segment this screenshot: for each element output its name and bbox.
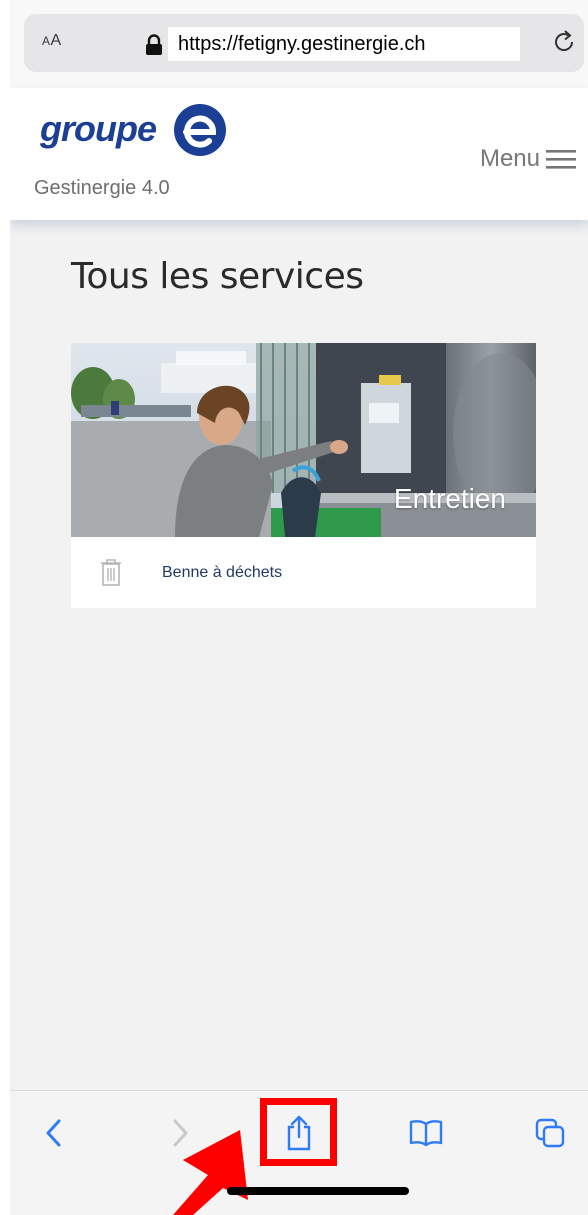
page-title: Tous les services [71, 256, 364, 297]
url-field[interactable]: https://fetigny.gestinergie.ch [168, 27, 520, 61]
back-icon [46, 1119, 61, 1147]
share-highlight-box [260, 1098, 337, 1166]
tabs-icon [535, 1118, 565, 1148]
menu-button[interactable]: Menu [480, 144, 576, 174]
back-button[interactable] [34, 1113, 74, 1153]
service-card[interactable]: Entretien Benne à déchets [71, 343, 536, 608]
service-item[interactable]: Benne à déchets [71, 537, 536, 608]
service-card-image: Entretien [71, 343, 536, 537]
hamburger-icon [546, 150, 576, 169]
service-category-label: Entretien [393, 483, 506, 514]
reload-icon[interactable] [552, 28, 578, 56]
tabs-button[interactable] [530, 1113, 570, 1153]
lock-icon [146, 34, 162, 55]
menu-label: Menu [479, 145, 540, 172]
address-bar[interactable]: AA https://fetigny.gestinergie.ch [24, 14, 584, 72]
url-text: https://fetigny.gestinergie.ch [178, 33, 426, 55]
logo-e-icon [174, 104, 226, 156]
red-arrow-icon [173, 1130, 248, 1215]
text-size-button[interactable]: AA [42, 32, 62, 50]
logo-text: groupe [40, 108, 157, 149]
site-subtitle: Gestinergie 4.0 [34, 177, 170, 199]
site-header: groupe Gestinergie 4.0 Menu [10, 88, 588, 220]
bookmarks-button[interactable] [406, 1113, 446, 1153]
address-bar-area: AA https://fetigny.gestinergie.ch [10, 0, 588, 88]
service-item-label: Benne à déchets [162, 564, 283, 581]
browser-screen: AA https://fetigny.gestinergie.ch groupe… [10, 0, 588, 1215]
bookmarks-icon [409, 1120, 443, 1147]
trash-icon [101, 559, 121, 586]
home-indicator[interactable] [227, 1187, 409, 1195]
browser-toolbar [10, 1090, 588, 1215]
